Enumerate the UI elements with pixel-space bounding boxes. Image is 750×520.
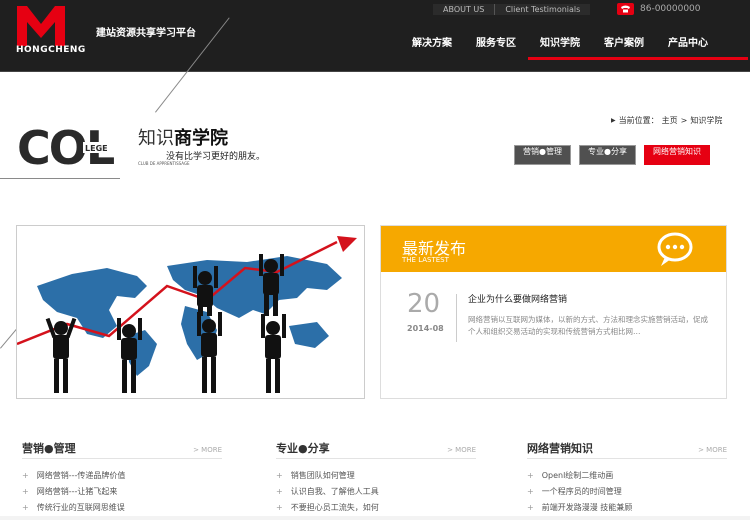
list-item[interactable]: + 销售团队如何管理 [276, 468, 379, 484]
chat-bubble-icon [657, 232, 693, 266]
top-links: ABOUT US Client Testimonials [433, 4, 591, 15]
article-link[interactable]: 认识自我、了解他人工具 [291, 487, 379, 496]
post-day: 20 [407, 289, 441, 319]
column-professional-share: 专业●分享 > MORE + 销售团队如何管理 + 认识自我、了解他人工具 + 不要担… [276, 440, 476, 512]
column-online-marketing: 网络营销知识 > MORE + Openl绘制二维动画 + 一个程序员的时间管理 +… [527, 440, 727, 512]
page-tagline: 没有比学习更好的朋友。 [166, 152, 266, 162]
plus-bullet-icon: + [527, 503, 534, 512]
plus-bullet-icon: + [22, 471, 29, 480]
article-link[interactable]: Openl绘制二维动画 [542, 471, 614, 480]
column-header: 网络营销知识 > MORE [527, 440, 727, 458]
list-item[interactable]: + 认识自我、了解他人工具 [276, 484, 379, 500]
article-list: + 网络营销---传递品牌价值 + 网络营销---让猪飞起来 + 传统行业的互联网思维… [22, 468, 125, 516]
col-lege-logo: COL LEGE [17, 124, 117, 168]
article-link[interactable]: 网络营销---让猪飞起来 [37, 487, 118, 496]
column-title: 网络营销知识 [527, 442, 593, 455]
page-bottom-strip [0, 516, 750, 520]
breadcrumb-sep: > [680, 116, 688, 125]
tab-professional-share[interactable]: 专业●分享 [578, 145, 636, 165]
more-link[interactable]: > MORE [193, 446, 222, 454]
page-title: 知识商学院 [138, 124, 228, 150]
post-summary: 网络营销以互联网为媒体，以新的方式、方法和理念实施营销活动，促成个人和组织交易活… [468, 315, 708, 336]
testimonials-link[interactable]: Client Testimonials [494, 4, 591, 15]
article-link[interactable]: 不要担心员工流失，如何 [291, 503, 379, 512]
plus-bullet-icon: + [527, 471, 534, 480]
plus-bullet-icon: + [527, 487, 534, 496]
site-slogan: 建站资源共享学习平台 [96, 28, 196, 39]
plus-bullet-icon: + [276, 471, 283, 480]
page-title-bold: 商学院 [174, 128, 228, 149]
more-link[interactable]: > MORE [698, 446, 727, 454]
main-nav: 解决方案 服务专区 知识学院 客户案例 产品中心 [400, 34, 748, 60]
nav-solutions[interactable]: 解决方案 [400, 34, 464, 49]
nav-cases[interactable]: 客户案例 [592, 34, 656, 49]
latest-subtitle: THE LASTEST [402, 256, 449, 264]
article-link[interactable]: 前端开发路漫漫 技能兼顾 [542, 503, 633, 512]
post-headline-link[interactable]: 企业为什么要做网络营销 [468, 292, 567, 305]
article-link[interactable]: 一个程序员的时间管理 [542, 487, 622, 496]
breadcrumb-home[interactable]: 主页 [662, 115, 678, 126]
post-date: 2014-08 [407, 324, 444, 333]
column-divider [22, 458, 222, 459]
column-header: 专业●分享 > MORE [276, 440, 476, 458]
phone-number: 86-00000000 [640, 4, 701, 14]
nav-products[interactable]: 产品中心 [656, 34, 720, 49]
category-tabs: 营销●管理 专业●分享 网络营销知识 [514, 145, 710, 165]
column-header: 营销●管理 > MORE [22, 440, 222, 458]
plus-bullet-icon: + [276, 503, 283, 512]
site-header: HONGCHENG 建站资源共享学习平台 ABOUT US Client Tes… [0, 0, 750, 72]
latest-header: 最新发布 THE LASTEST [381, 226, 726, 272]
about-us-link[interactable]: ABOUT US [433, 4, 495, 15]
col-logo-small: LEGE [85, 144, 108, 153]
article-list: + 销售团队如何管理 + 认识自我、了解他人工具 + 不要担心员工流失，如何 [276, 468, 379, 516]
column-divider [276, 458, 476, 459]
plus-bullet-icon: + [22, 487, 29, 496]
article-list: + Openl绘制二维动画 + 一个程序员的时间管理 + 前端开发路漫漫 技能兼顾 [527, 468, 632, 516]
breadcrumb: ▶ 当前位置： 主页 > 知识学院 [611, 115, 722, 126]
list-item[interactable]: + 一个程序员的时间管理 [527, 484, 632, 500]
column-marketing-management: 营销●管理 > MORE + 网络营销---传递品牌价值 + 网络营销---让猪飞起… [22, 440, 222, 512]
article-link[interactable]: 传统行业的互联网思维误 [37, 503, 125, 512]
breadcrumb-label: 当前位置： [618, 116, 659, 125]
tab-marketing-management[interactable]: 营销●管理 [514, 145, 571, 165]
banner-image[interactable] [16, 225, 365, 399]
decor-line [0, 178, 120, 179]
column-divider [527, 458, 727, 459]
list-item[interactable]: + 网络营销---让猪飞起来 [22, 484, 125, 500]
article-link[interactable]: 网络营销---传递品牌价值 [37, 471, 126, 480]
latest-post-panel[interactable]: 最新发布 THE LASTEST 20 2014-08 企业为什么要做网络营销 … [380, 225, 727, 399]
teamwork-growth-illustration [17, 236, 357, 393]
list-item[interactable]: + 前端开发路漫漫 技能兼顾 [527, 500, 632, 516]
column-title: 专业●分享 [276, 442, 330, 455]
plus-bullet-icon: + [276, 487, 283, 496]
date-divider [456, 294, 457, 342]
tab-online-marketing[interactable]: 网络营销知识 [643, 145, 710, 165]
article-link[interactable]: 销售团队如何管理 [291, 471, 355, 480]
list-item[interactable]: + 传统行业的互联网思维误 [22, 500, 125, 516]
nav-services[interactable]: 服务专区 [464, 34, 528, 49]
more-link[interactable]: > MORE [447, 446, 476, 454]
brand-name[interactable]: HONGCHENG [16, 45, 86, 55]
breadcrumb-current[interactable]: 知识学院 [690, 115, 722, 126]
nav-academy[interactable]: 知识学院 [528, 34, 748, 60]
list-item[interactable]: + Openl绘制二维动画 [527, 468, 632, 484]
list-item[interactable]: + 网络营销---传递品牌价值 [22, 468, 125, 484]
column-title: 营销●管理 [22, 442, 76, 455]
page-title-plain: 知识 [138, 128, 174, 149]
hongcheng-logo-icon[interactable] [17, 6, 65, 46]
triangle-right-icon: ▶ [611, 117, 616, 124]
plus-bullet-icon: + [22, 503, 29, 512]
phone-icon [617, 3, 634, 15]
list-item[interactable]: + 不要担心员工流失，如何 [276, 500, 379, 516]
